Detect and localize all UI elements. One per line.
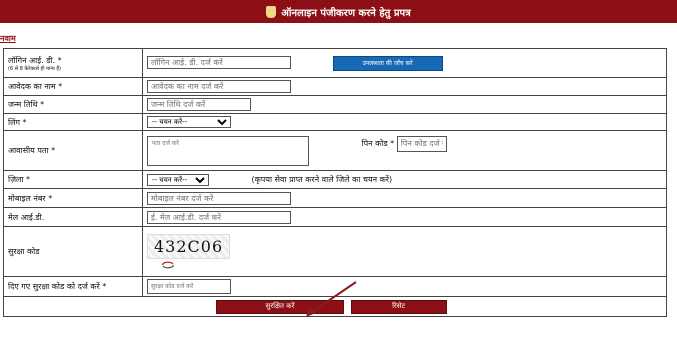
login-hint: (6 से 8 कैरेक्टर्स ही मान्य हैं) (8, 65, 61, 72)
captcha-label: सुरक्षा कोड (8, 247, 40, 256)
pincode-label: पिन कोड * (361, 139, 395, 148)
login-label-cell: लॉगिन आई. डी. * (6 से 8 कैरेक्टर्स ही मा… (3, 48, 143, 78)
check-availability-button[interactable]: उपलब्धता की जाँच करें (332, 55, 443, 71)
email-input[interactable] (147, 210, 291, 224)
registration-form: लॉगिन आई. डी. * (6 से 8 कैरेक्टर्स ही मा… (3, 48, 667, 317)
address-textarea[interactable] (147, 135, 309, 166)
applicant-name-input[interactable] (147, 80, 291, 93)
reset-button[interactable]: रिसेट (350, 299, 447, 314)
form-header: ऑनलाइन पंजीकरण करने हेतु प्रपत्र (0, 0, 677, 23)
gender-select[interactable]: -- चयन करें-- (147, 116, 231, 128)
mobile-input[interactable] (147, 191, 291, 205)
dob-input[interactable] (147, 98, 251, 111)
refresh-captcha-icon[interactable] (161, 261, 175, 269)
submit-button[interactable]: सुरक्षित करें (216, 299, 344, 314)
login-id-input[interactable] (147, 56, 291, 69)
mobile-label: मोबाइल नंबर * (8, 193, 53, 203)
address-label: आवासीय पता * (8, 146, 56, 155)
dob-label: जन्म तिथि * (8, 100, 45, 109)
section-title: नवाम (0, 34, 16, 43)
captcha-input-label: दिए गए सुरक्षा कोड को दर्ज करें * (8, 282, 107, 291)
district-select[interactable]: -- चयन करें-- (147, 173, 209, 186)
name-label: आवेदक का नाम * (8, 82, 63, 91)
district-label: ज़िला * (8, 175, 31, 184)
emblem-icon (266, 5, 277, 18)
gender-label: लिंग * (8, 117, 27, 127)
captcha-image: 432C06 (147, 234, 231, 259)
captcha-input[interactable] (147, 279, 231, 294)
district-note: (कृपया सेवा प्राप्त करने वाले जिले का चय… (251, 174, 393, 184)
email-label: मेल आई.डी. (8, 212, 45, 222)
login-label: लॉगिन आई. डी. * (8, 55, 62, 65)
form-title: ऑनलाइन पंजीकरण करने हेतु प्रपत्र (281, 7, 411, 19)
pincode-input[interactable] (396, 135, 447, 152)
